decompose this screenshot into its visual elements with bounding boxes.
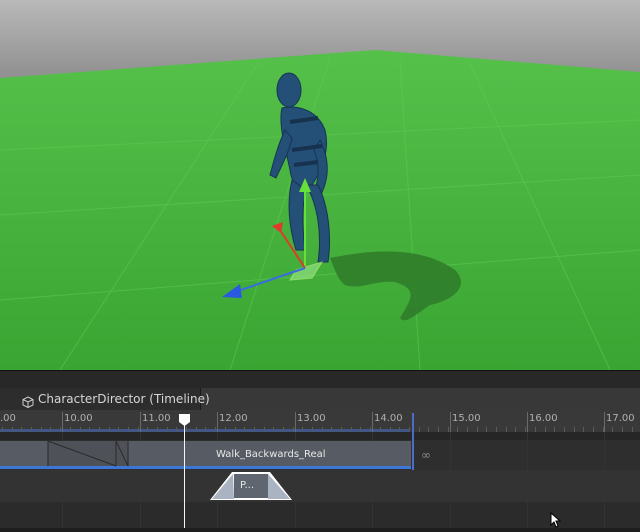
ruler-major-tick xyxy=(604,412,605,432)
grid-line xyxy=(450,432,451,528)
mouse-cursor-icon xyxy=(550,511,562,528)
track-spacer xyxy=(0,432,640,440)
grid-line xyxy=(527,432,528,528)
ruler-major-tick xyxy=(527,412,528,432)
ruler-label: 17.00 xyxy=(606,413,635,424)
ruler-label: 15.00 xyxy=(452,413,481,424)
ruler-label: 13.00 xyxy=(297,413,326,424)
timeline-end-marker[interactable] xyxy=(412,413,414,470)
playhead-handle[interactable] xyxy=(179,411,190,426)
playhead-line xyxy=(184,420,185,528)
character-head xyxy=(276,72,302,108)
timeline-tab-bar: CharacterDirector (Timeline) xyxy=(0,388,640,411)
tab-timeline[interactable]: CharacterDirector (Timeline) xyxy=(0,388,210,410)
ruler-label: 10.00 xyxy=(64,413,93,424)
ruler-label: 12.00 xyxy=(219,413,248,424)
clip-blend-region[interactable] xyxy=(0,440,130,469)
ruler-label: 16.00 xyxy=(529,413,558,424)
ruler-label: 14.00 xyxy=(374,413,403,424)
infinity-icon: ∞ xyxy=(421,448,431,462)
track-row[interactable] xyxy=(0,470,640,502)
cube-icon xyxy=(22,393,34,409)
grid-line xyxy=(604,432,605,528)
clip-label: P... xyxy=(240,480,255,491)
scene-view[interactable] xyxy=(0,0,640,370)
ruler-label: 11.00 xyxy=(142,413,171,424)
clip-label: Walk_Backwards_Real xyxy=(216,449,326,460)
time-ruler[interactable]: .00 10.00 11.00 12.00 13.00 14.00 15.00 … xyxy=(0,410,640,432)
tab-label: CharacterDirector (Timeline) xyxy=(38,392,210,406)
ruler-major-tick xyxy=(450,412,451,432)
track-row[interactable] xyxy=(0,502,640,528)
ruler-label: .00 xyxy=(0,413,16,424)
timeline-toolbar xyxy=(0,370,640,389)
clip-p[interactable]: P... xyxy=(210,472,292,500)
